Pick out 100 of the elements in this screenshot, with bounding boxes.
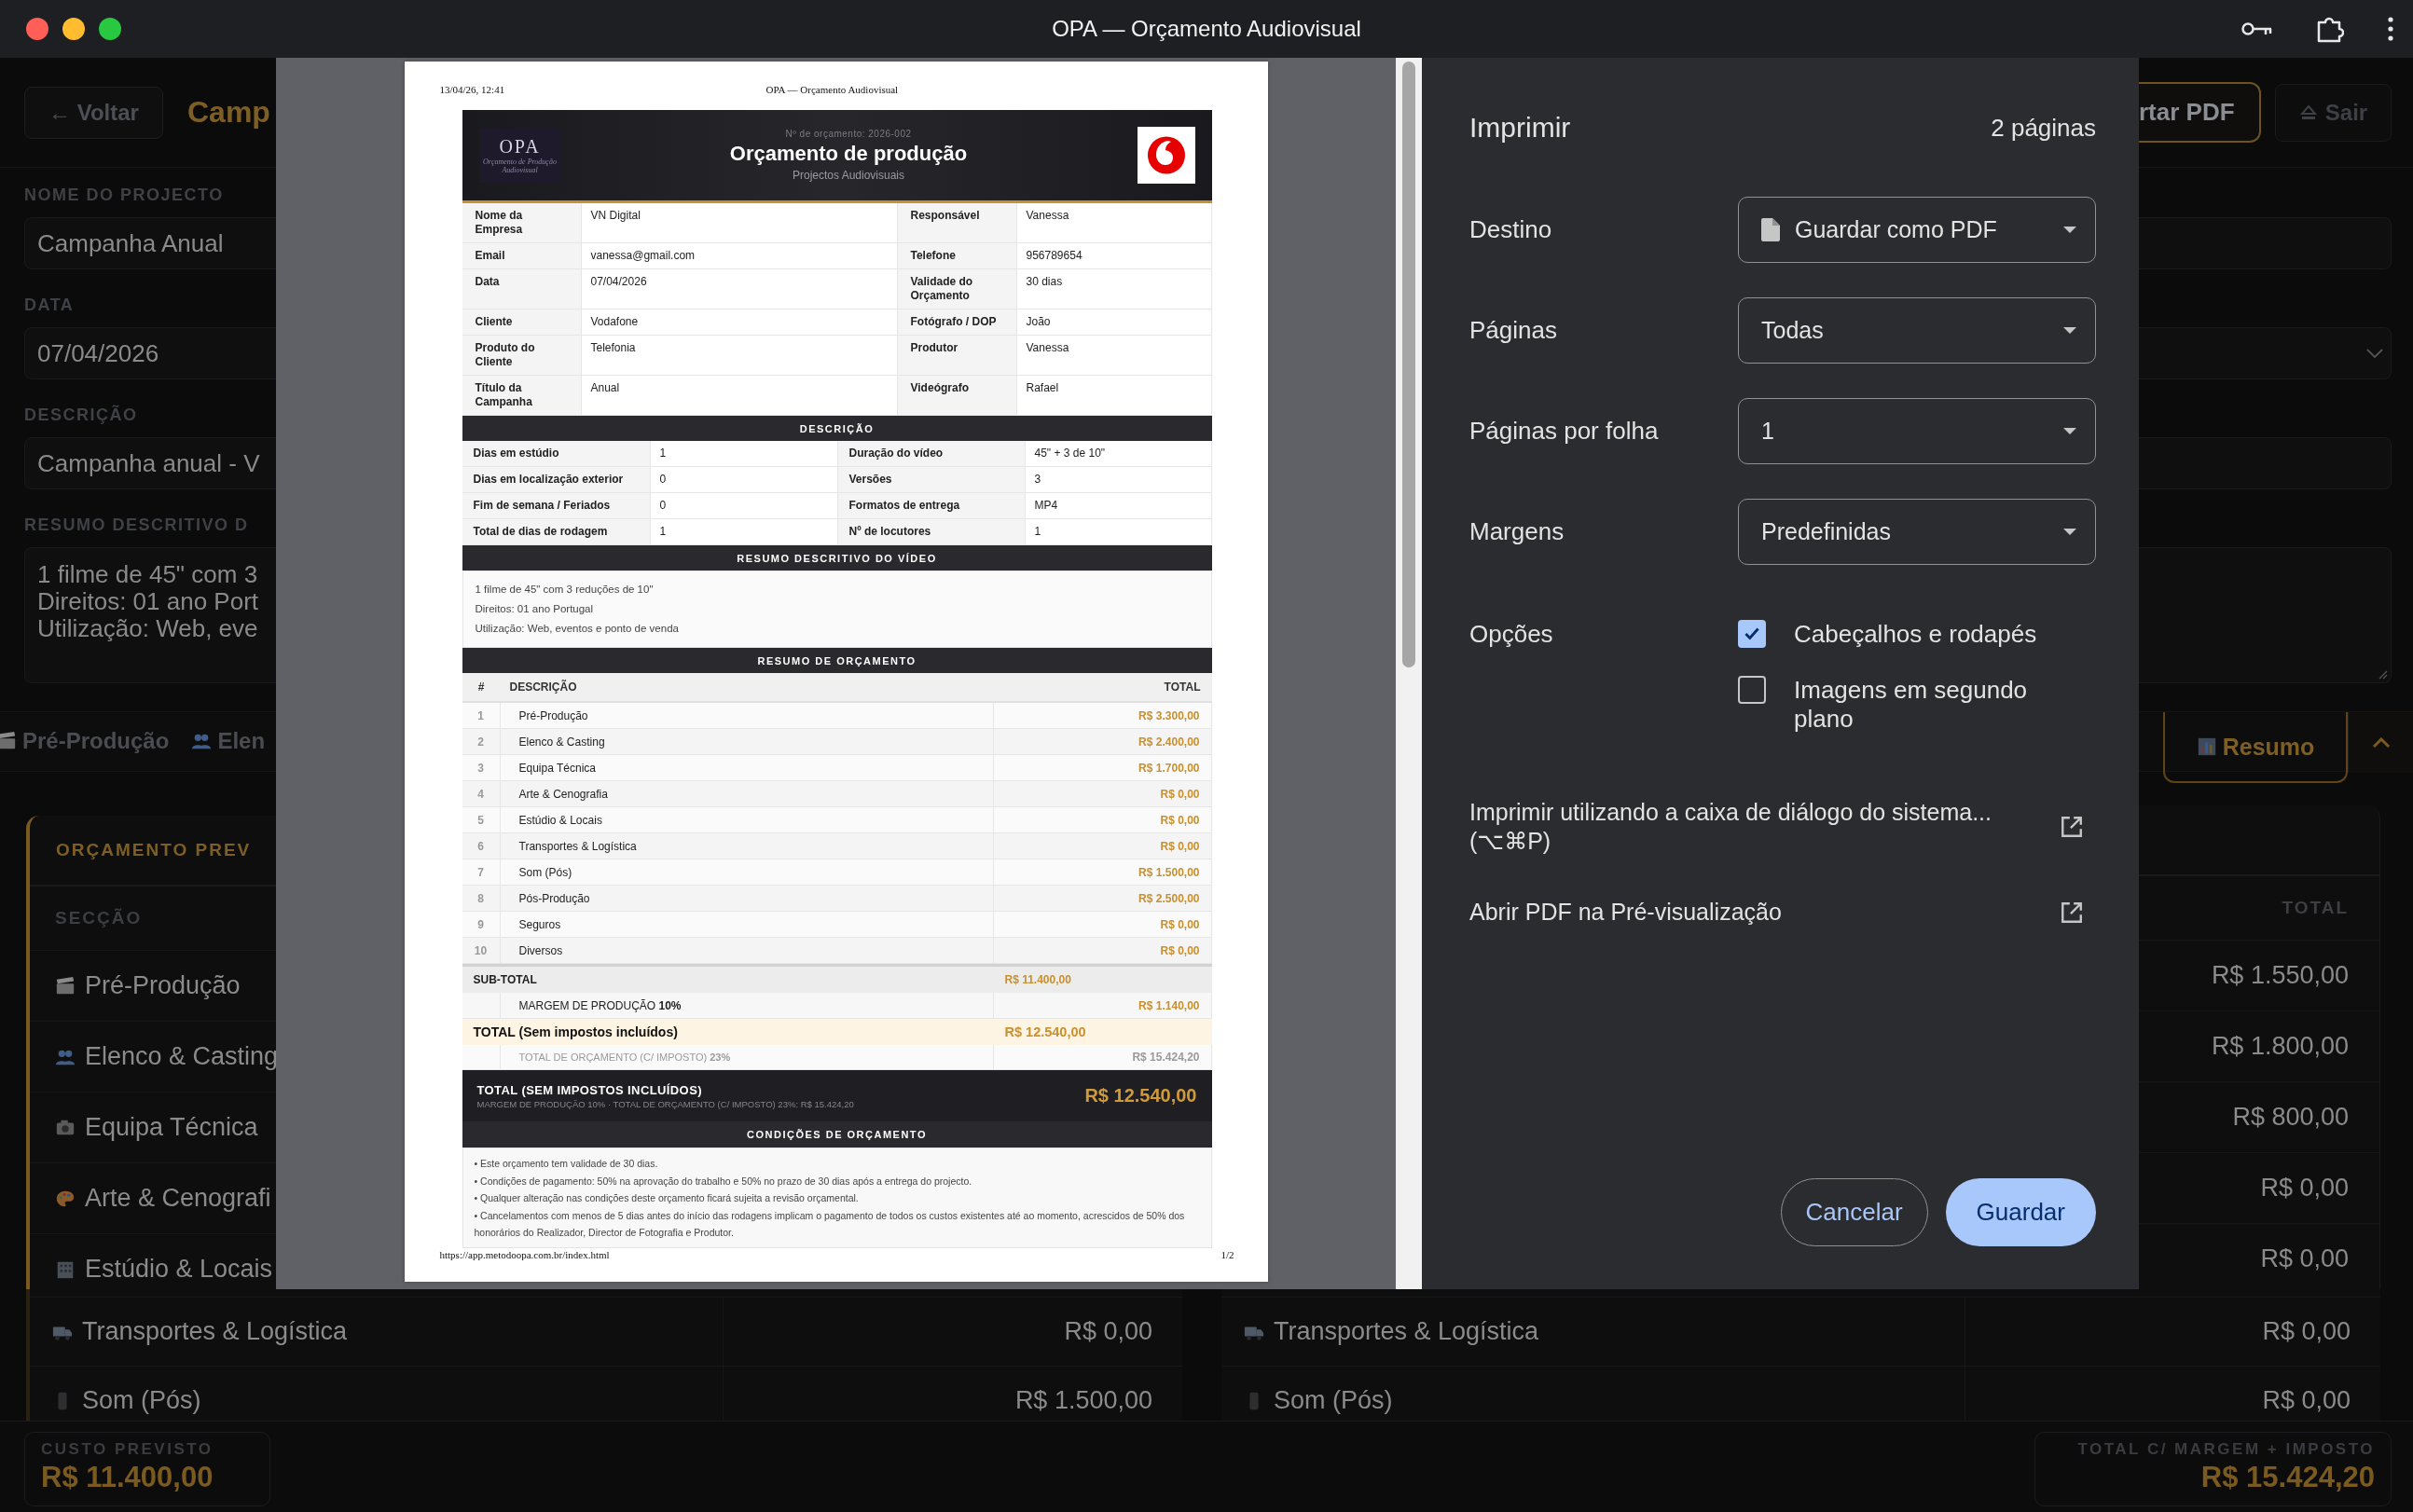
print-date: 13/04/26, 12:41	[439, 83, 505, 95]
dialog-button[interactable]: Guardar	[1945, 1178, 2096, 1246]
setting-label: Margens	[1469, 517, 1565, 546]
resize-grip-icon	[2377, 668, 2388, 680]
condition-text: • Qualquer alteração nas condições deste orçamento ficará sujeita a revisão orçamental.	[474, 1191, 860, 1206]
more-icon[interactable]	[2387, 16, 2394, 42]
bar-chart-icon	[2196, 736, 2217, 757]
dialog-link[interactable]: Abrir PDF na Pré-visualização	[1469, 898, 2029, 927]
column-header: DESCRIÇÃO	[508, 680, 578, 694]
logo: OPA Orçamento de Produção Audiovisual	[479, 128, 560, 184]
section-name: Equipa Técnica	[85, 1113, 258, 1142]
condition-text: • Cancelamentos com menos de 5 dias antes do início das rodagens implicam o pagamento de todos os custos existentes até ao momento, acrescidos de 50% dos honorários do Realizador, Director de Fotografia e Produtor.	[474, 1208, 1186, 1241]
dropdown[interactable]: Todas	[1738, 297, 2096, 364]
table-cell: Seguros	[500, 912, 994, 938]
clapper-icon	[0, 730, 17, 751]
field-label: RESUMO DESCRITIVO D	[24, 515, 250, 536]
column-header: TOTAL	[1163, 680, 1202, 694]
column-header: #	[476, 680, 486, 694]
dropdown[interactable]: Guardar como PDF	[1738, 197, 2096, 263]
circle-logo-icon	[1137, 127, 1195, 185]
input-field[interactable]	[2139, 437, 2392, 489]
page-count: 2 páginas	[1991, 113, 2096, 143]
minimize-window-button[interactable]	[62, 18, 85, 40]
external-link-icon[interactable]	[2060, 815, 2084, 839]
scrollbar[interactable]	[1396, 58, 1422, 1289]
card-title: ORÇAMENTO PREV	[55, 840, 252, 860]
section-total: R$ 0,00	[2261, 1317, 2351, 1346]
field-label: Duração do vídeo	[837, 441, 1026, 467]
input-field[interactable]: 07/04/2026	[24, 327, 276, 379]
table-cell: R$ 0,00	[993, 833, 1212, 859]
section-name: Estúdio & Locais	[85, 1255, 273, 1284]
close-window-button[interactable]	[26, 18, 48, 40]
caret-icon	[2063, 428, 2076, 434]
table-cell: Transportes & Logística	[500, 833, 994, 859]
table-cell: R$ 0,00	[993, 938, 1212, 964]
section-total: R$ 1.500,00	[1013, 1386, 1153, 1415]
field-label: Produto do Cliente	[462, 336, 582, 376]
input-field[interactable]	[2139, 327, 2392, 379]
banner-title: TOTAL (SEM IMPOSTOS INCLUÍDOS)	[476, 1082, 703, 1097]
tax-total-value: R$ 15.424,20	[993, 1045, 1212, 1070]
field-label: Fotógrafo / DOP	[897, 309, 1017, 336]
field-label: Telefone	[897, 243, 1017, 269]
input-field[interactable]: Campanha Anual	[24, 217, 276, 269]
input-field[interactable]: Campanha anual - V	[24, 437, 276, 489]
chevron-up-icon	[2371, 736, 2391, 749]
print-header: OPA — Orçamento Audiovisual	[765, 83, 899, 95]
row-number: 3	[462, 755, 501, 781]
print-url: https://app.metodoopa.com.br/index.html	[439, 1249, 610, 1261]
field-label: Dias em localização exterior	[462, 467, 651, 493]
text-area[interactable]: 1 filme de 45" com 3 Direitos: 01 ano Port Utilização: Web, eve	[24, 547, 276, 683]
row-number: 5	[462, 807, 501, 833]
page-number: 1/2	[1220, 1249, 1234, 1261]
section-name: Arte & Cenografi	[85, 1184, 271, 1213]
banner-total: R$ 12.540,00	[1084, 1085, 1197, 1107]
table-cell: Equipa Técnica	[500, 755, 994, 781]
export-pdf-button[interactable]: rtar PDF	[2139, 82, 2261, 143]
quote-number: Nº de orçamento: 2026-002	[785, 129, 912, 140]
checkbox[interactable]	[1738, 676, 1766, 704]
external-link-icon[interactable]	[2060, 900, 2084, 925]
checkbox[interactable]	[1738, 620, 1766, 648]
maximize-window-button[interactable]	[99, 18, 121, 40]
dropdown[interactable]: Predefinidas	[1738, 499, 2096, 565]
total-label: TOTAL (Sem impostos incluídos)	[472, 1024, 679, 1040]
field-label: Total de dias de rodagem	[462, 519, 651, 545]
field-label: NOME DO PROJECTO	[24, 186, 225, 206]
caret-icon	[2063, 529, 2076, 535]
setting-label: Destino	[1469, 215, 1552, 244]
key-icon[interactable]	[2241, 20, 2273, 38]
field-label: Nº de locutores	[837, 519, 1026, 545]
row-number: 1	[462, 703, 501, 729]
row-number: 9	[462, 912, 501, 938]
dialog-title: Imprimir	[1469, 112, 1571, 144]
margin-value: R$ 1.140,00	[993, 993, 1212, 1019]
section-total: R$ 0,00	[1063, 1317, 1153, 1346]
table-cell: R$ 0,00	[993, 781, 1212, 807]
section-heading: RESUMO DESCRITIVO DO VÍDEO	[462, 545, 1212, 571]
dialog-link[interactable]: Imprimir utilizando a caixa de diálogo do sistema... (⌥⌘P)	[1469, 798, 2029, 856]
table-cell: R$ 2.500,00	[993, 886, 1212, 912]
dropdown[interactable]: 1	[1738, 398, 2096, 464]
row-number: 2	[462, 729, 501, 755]
row-number: 8	[462, 886, 501, 912]
field-label: Cliente	[462, 309, 582, 336]
caret-icon	[2063, 327, 2076, 334]
input-field[interactable]	[2139, 217, 2392, 269]
table-cell: Diversos	[500, 938, 994, 964]
table-cell: Pós-Produção	[500, 886, 994, 912]
setting-label: Páginas	[1469, 316, 1557, 345]
checkbox-label: Imagens em segundo plano	[1794, 676, 2029, 734]
field-label: Fim de semana / Feriados	[462, 493, 651, 519]
field-label: Título da Campanha	[462, 376, 582, 416]
document-subtitle: Projectos Audiovisuais	[792, 169, 905, 183]
field-label: Validade do Orçamento	[897, 269, 1017, 309]
puzzle-icon[interactable]	[2316, 15, 2344, 43]
total-value: R$ 15.424,20	[2200, 1460, 2375, 1494]
field-label: Produtor	[897, 336, 1017, 376]
field-label: Email	[462, 243, 582, 269]
section-total: R$ 800,00	[2232, 1103, 2349, 1132]
document-icon	[1761, 218, 1780, 241]
table-cell: Pré-Produção	[500, 703, 994, 729]
section-name: Elenco & Casting	[85, 1042, 276, 1071]
